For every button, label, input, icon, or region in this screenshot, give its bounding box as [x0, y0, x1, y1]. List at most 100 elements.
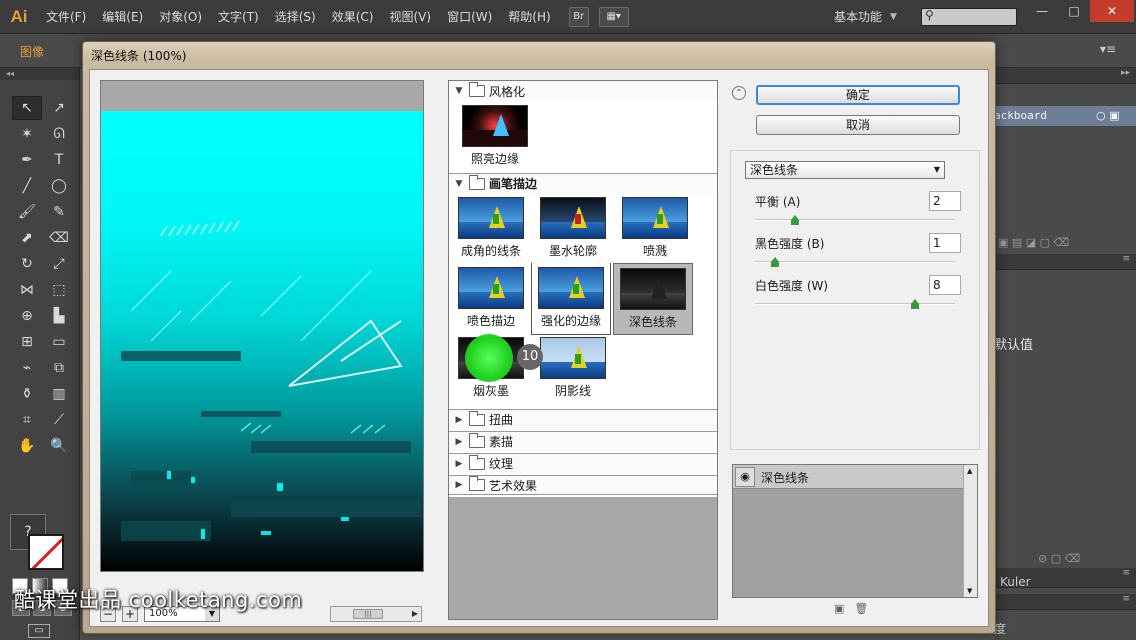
eyedropper-tool-icon[interactable]: ⌁ — [12, 356, 42, 380]
shape-builder-tool-icon[interactable]: ⊕ — [12, 304, 42, 328]
mesh-tool-icon[interactable]: ⊞ — [12, 330, 42, 354]
scroll-thumb[interactable]: ||| — [353, 609, 383, 619]
pencil-tool-icon[interactable]: ✎ — [44, 200, 74, 224]
preview-horizontal-scrollbar[interactable]: ||| ▶ — [330, 606, 422, 622]
pen-tool-icon[interactable]: ✒ — [12, 148, 42, 172]
panel-footer-icon[interactable]: ⊘ ▢ ⌫ — [1038, 552, 1080, 565]
line-tool-icon[interactable]: ╱ — [12, 174, 42, 198]
artboard-tool-icon[interactable]: ⌗ — [12, 408, 42, 432]
category-brush-strokes[interactable]: ▼ 画笔描边 — [449, 173, 717, 193]
menu-help[interactable]: 帮助(H) — [500, 0, 558, 34]
magic-wand-tool-icon[interactable]: ✶ — [12, 122, 42, 146]
arrange-documents-icon[interactable]: ▦▾ — [598, 6, 629, 27]
maximize-button[interactable]: □ — [1058, 0, 1090, 22]
filter-thumb-angled-strokes[interactable]: 成角的线条 — [451, 193, 531, 265]
blend-tool-icon[interactable]: ⧉ — [44, 356, 74, 380]
slider-track[interactable] — [755, 261, 955, 263]
eye-icon[interactable]: ◉ — [735, 467, 755, 487]
ok-button[interactable]: 确定 — [756, 85, 960, 105]
lasso-tool-icon[interactable]: ᘏ — [44, 122, 74, 146]
slider-knob[interactable] — [771, 257, 779, 267]
cancel-button[interactable]: 取消 — [756, 115, 960, 135]
slider-track[interactable] — [755, 303, 955, 305]
collapse-icon[interactable]: ▸▸ — [1121, 68, 1130, 78]
slider-knob[interactable] — [911, 299, 919, 309]
bridge-button[interactable]: Br — [568, 6, 589, 27]
stroke-swatch[interactable] — [28, 534, 64, 570]
category-artistic[interactable]: ▶ 艺术效果 — [449, 475, 717, 495]
scroll-up-icon[interactable]: ▲ — [967, 467, 972, 475]
help-search-input[interactable]: ⚲ — [921, 8, 1017, 26]
panel-menu-icon[interactable]: ≡ — [1122, 568, 1130, 578]
free-transform-tool-icon[interactable]: ⬚ — [44, 278, 74, 302]
blob-brush-tool-icon[interactable]: ⬈ — [12, 226, 42, 250]
minimize-button[interactable]: — — [1026, 0, 1058, 22]
ellipse-tool-icon[interactable]: ◯ — [44, 174, 74, 198]
effect-layer-row[interactable]: ◉ 深色线条 — [733, 465, 963, 489]
category-stylize[interactable]: ▼ 风格化 — [449, 81, 717, 101]
menu-object[interactable]: 对象(O) — [151, 0, 210, 34]
delete-effect-layer-icon[interactable]: 🗑 — [854, 602, 868, 615]
slice-tool-icon[interactable]: ⟋ — [44, 408, 74, 432]
collapsed-triangle-icon[interactable]: ▶ — [449, 459, 469, 469]
category-sketch[interactable]: ▶ 素描 — [449, 431, 717, 451]
param-value-input[interactable]: 2 — [929, 191, 961, 211]
scale-tool-icon[interactable]: ⤢ — [44, 252, 74, 276]
menu-edit[interactable]: 编辑(E) — [94, 0, 151, 34]
filter-thumb-spatter[interactable]: 喷溅 — [615, 193, 695, 265]
collapsed-triangle-icon[interactable]: ▶ — [449, 480, 469, 490]
param-value-input[interactable]: 1 — [929, 233, 961, 253]
menu-view[interactable]: 视图(V) — [381, 0, 439, 34]
scroll-down-icon[interactable]: ▼ — [967, 587, 972, 595]
zoom-tool-icon[interactable]: 🔍 — [44, 434, 74, 458]
scroll-right-icon[interactable]: ▶ — [412, 609, 418, 618]
collapse-gallery-icon[interactable]: ⌃ — [732, 86, 746, 100]
type-tool-icon[interactable]: T — [44, 148, 74, 172]
collapsed-triangle-icon[interactable]: ▶ — [449, 437, 469, 447]
rotate-tool-icon[interactable]: ↻ — [12, 252, 42, 276]
panel-actions-icon[interactable]: ▣ ▤ ◪ ▢ ⌫ — [998, 236, 1069, 249]
menu-window[interactable]: 窗口(W) — [439, 0, 500, 34]
filter-thumb-dark-strokes[interactable]: 深色线条 — [613, 263, 693, 335]
close-button[interactable]: ✕ — [1090, 0, 1134, 22]
gradient-tool-icon[interactable]: ▭ — [44, 330, 74, 354]
width-tool-icon[interactable]: ⋈ — [12, 278, 42, 302]
filter-thumb-ink-outlines[interactable]: 墨水轮廓 — [533, 193, 613, 265]
fill-stroke-swatches[interactable]: ? — [10, 514, 66, 570]
direct-selection-tool-icon[interactable]: ↗ — [44, 96, 74, 120]
artboard-target-icon[interactable]: ○ ▣ — [1096, 109, 1120, 122]
paintbrush-tool-icon[interactable]: 🖌 — [12, 200, 42, 224]
panel-menu-icon[interactable]: ≡ — [1122, 594, 1130, 604]
artboard-row[interactable]: ackboard ○ ▣ — [994, 106, 1136, 126]
category-texture[interactable]: ▶ 纹理 — [449, 453, 717, 473]
eraser-tool-icon[interactable]: ⌫ — [44, 226, 74, 250]
hand-tool-icon[interactable]: ✋ — [12, 434, 42, 458]
slider-track[interactable] — [755, 219, 955, 221]
layers-scrollbar[interactable]: ▲ ▼ — [963, 465, 977, 597]
chevron-down-icon[interactable]: ▼ — [890, 0, 897, 34]
filter-thumb-crosshatch[interactable]: 阴影线 — [533, 333, 613, 405]
column-graph-tool-icon[interactable]: ▥ — [44, 382, 74, 406]
category-distort[interactable]: ▶ 扭曲 — [449, 409, 717, 429]
filter-thumb-glowing-edges[interactable]: 照亮边缘 — [455, 101, 535, 173]
filter-thumb-accented-edges[interactable]: 强化的边缘 — [531, 263, 611, 335]
panel-menu-icon[interactable]: ≡ — [1122, 254, 1130, 264]
tools-panel-header[interactable]: ◂◂ — [0, 68, 79, 80]
collapsed-triangle-icon[interactable]: ▶ — [449, 415, 469, 425]
symbol-sprayer-tool-icon[interactable]: ⚱ — [12, 382, 42, 406]
perspective-grid-tool-icon[interactable]: ▙ — [44, 304, 74, 328]
workspace-switcher[interactable]: 基本功能 — [834, 0, 882, 34]
screen-mode-icon[interactable]: ▭ — [28, 624, 50, 638]
selection-tool-icon[interactable]: ↖ — [12, 96, 42, 120]
param-value-input[interactable]: 8 — [929, 275, 961, 295]
chevron-down-icon[interactable]: ▼ — [934, 162, 940, 178]
slider-knob[interactable] — [791, 215, 799, 225]
expanded-triangle-icon[interactable]: ▼ — [449, 86, 469, 96]
menu-effect[interactable]: 效果(C) — [324, 0, 382, 34]
menu-select[interactable]: 选择(S) — [267, 0, 324, 34]
filter-select[interactable]: 深色线条 ▼ — [745, 161, 945, 179]
menu-file[interactable]: 文件(F) — [38, 0, 94, 34]
preview-pane[interactable] — [100, 80, 424, 572]
menu-type[interactable]: 文字(T) — [210, 0, 267, 34]
filter-thumb-sprayed-strokes[interactable]: 喷色描边 — [451, 263, 531, 335]
